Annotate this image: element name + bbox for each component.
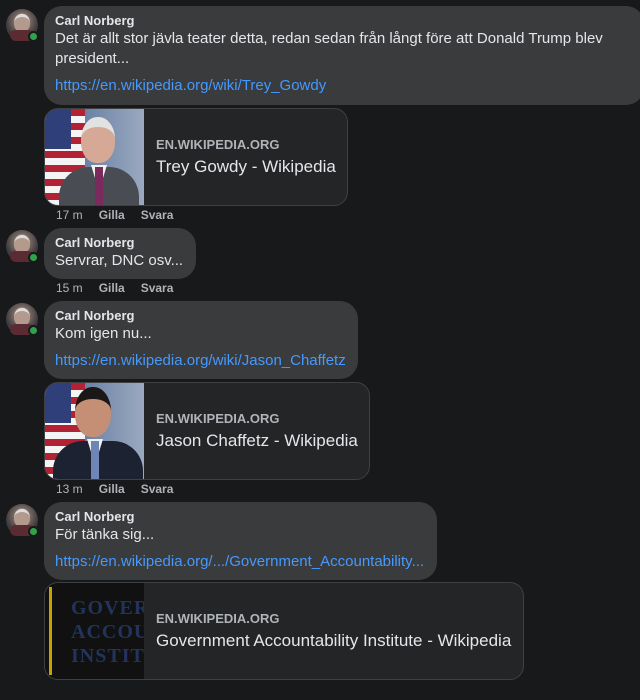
link-preview-domain: EN.WIKIPEDIA.ORG xyxy=(156,610,280,626)
link-preview-domain: EN.WIKIPEDIA.ORG xyxy=(156,136,280,152)
link-preview-card[interactable]: EN.WIKIPEDIA.ORG Jason Chaffetz - Wikipe… xyxy=(44,382,370,480)
comment-actions: 13 m Gilla Svara xyxy=(56,482,189,496)
comment-author[interactable]: Carl Norberg xyxy=(55,308,346,324)
comment-timestamp[interactable]: 17 m xyxy=(56,208,83,222)
online-status-icon xyxy=(28,31,39,42)
comment-link[interactable]: https://en.wikipedia.org/.../Government_… xyxy=(55,552,425,572)
logo-word: INSTITU xyxy=(71,645,144,667)
logo-word: GOVERN xyxy=(71,597,144,619)
avatar[interactable] xyxy=(6,230,39,263)
online-status-icon xyxy=(28,325,39,336)
link-preview-image: GOVERN ACCOUN INSTITU xyxy=(45,583,144,679)
link-preview-title: Government Accountability Institute - Wi… xyxy=(156,630,512,650)
comment-actions: 15 m Gilla Svara xyxy=(56,281,189,295)
comment-timestamp[interactable]: 13 m xyxy=(56,482,83,496)
avatar[interactable] xyxy=(6,504,39,537)
link-preview-image xyxy=(45,109,144,205)
comment-text: För tänka sig... xyxy=(55,526,155,543)
comment-author[interactable]: Carl Norberg xyxy=(55,13,632,29)
comment-bubble: Carl Norberg Kom igen nu... https://en.w… xyxy=(44,301,358,379)
comment-bubble: Carl Norberg Det är allt stor jävla teat… xyxy=(44,6,640,105)
comment-author[interactable]: Carl Norberg xyxy=(55,509,425,525)
avatar[interactable] xyxy=(6,9,39,42)
online-status-icon xyxy=(28,252,39,263)
comment-link[interactable]: https://en.wikipedia.org/wiki/Jason_Chaf… xyxy=(55,351,346,371)
link-preview-domain: EN.WIKIPEDIA.ORG xyxy=(156,410,280,426)
comment-text: Det är allt stor jävla teater detta, red… xyxy=(55,30,603,67)
comment-actions: 17 m Gilla Svara xyxy=(56,208,189,222)
link-preview-title: Trey Gowdy - Wikipedia xyxy=(156,156,336,176)
reply-button[interactable]: Svara xyxy=(141,482,174,496)
link-preview-image xyxy=(45,383,144,479)
like-button[interactable]: Gilla xyxy=(99,281,125,295)
like-button[interactable]: Gilla xyxy=(99,208,125,222)
comment-bubble: Carl Norberg Servrar, DNC osv... xyxy=(44,228,196,279)
logo-word: ACCOUN xyxy=(71,621,144,643)
comment-link[interactable]: https://en.wikipedia.org/wiki/Trey_Gowdy xyxy=(55,76,632,96)
comment-timestamp[interactable]: 15 m xyxy=(56,281,83,295)
reply-button[interactable]: Svara xyxy=(141,281,174,295)
comment-author[interactable]: Carl Norberg xyxy=(55,235,184,251)
avatar[interactable] xyxy=(6,303,39,336)
comment-text: Servrar, DNC osv... xyxy=(55,252,184,269)
comment-thread: Carl Norberg Det är allt stor jävla teat… xyxy=(0,0,640,700)
comment-text: Kom igen nu... xyxy=(55,325,152,342)
like-button[interactable]: Gilla xyxy=(99,482,125,496)
comment-bubble: Carl Norberg För tänka sig... https://en… xyxy=(44,502,437,580)
link-preview-title: Jason Chaffetz - Wikipedia xyxy=(156,430,358,450)
online-status-icon xyxy=(28,526,39,537)
link-preview-card[interactable]: EN.WIKIPEDIA.ORG Trey Gowdy - Wikipedia xyxy=(44,108,348,206)
reply-button[interactable]: Svara xyxy=(141,208,174,222)
link-preview-card[interactable]: GOVERN ACCOUN INSTITU EN.WIKIPEDIA.ORG G… xyxy=(44,582,524,680)
